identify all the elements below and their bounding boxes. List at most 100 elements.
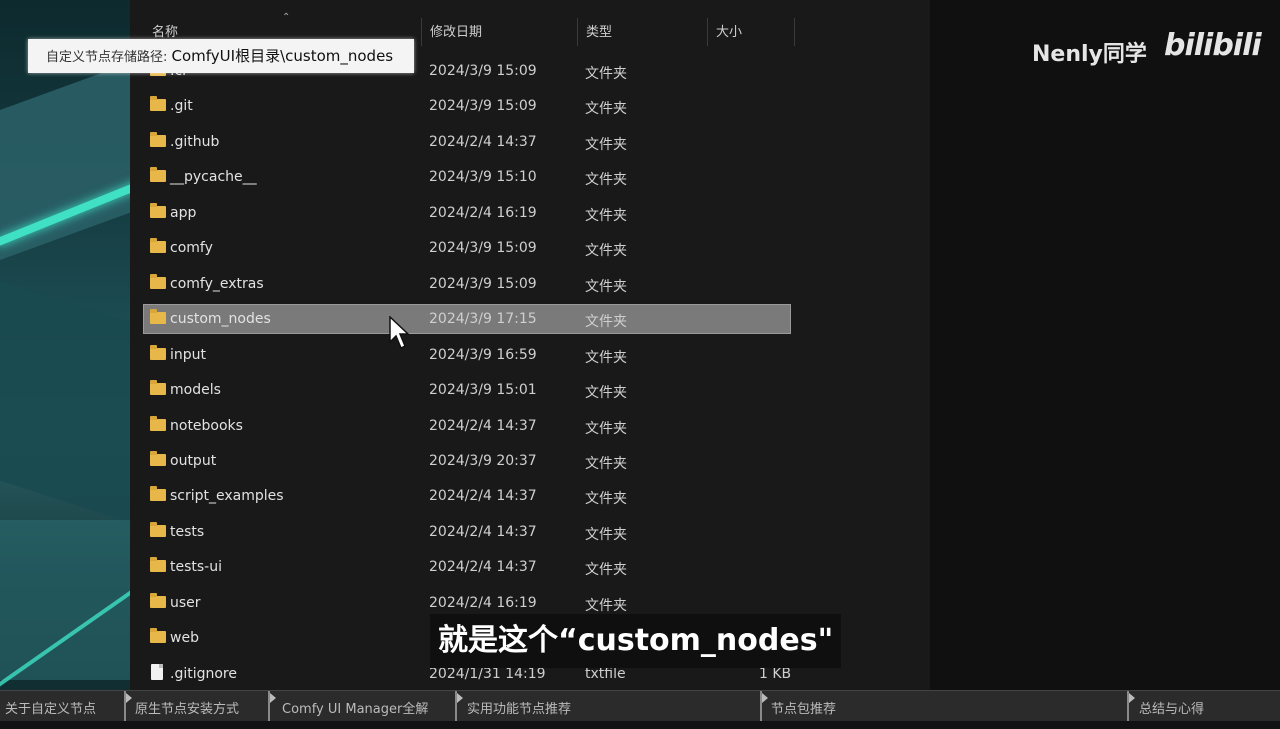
file-name: output bbox=[170, 453, 217, 469]
folder-icon bbox=[150, 451, 166, 466]
file-name: .git bbox=[170, 98, 193, 114]
folder-icon bbox=[150, 96, 166, 111]
mouse-pointer-icon bbox=[389, 316, 410, 350]
file-type: 文件夹 bbox=[585, 385, 627, 401]
column-date[interactable]: 修改日期 bbox=[422, 18, 578, 46]
file-name: app bbox=[170, 205, 197, 221]
file-type: 文件夹 bbox=[585, 243, 627, 259]
column-type[interactable]: 类型 bbox=[578, 18, 708, 46]
file-date: 2024/2/4 14:37 bbox=[429, 524, 537, 540]
file-name: models bbox=[170, 382, 221, 398]
file-icon bbox=[151, 664, 163, 680]
file-type: txtfile bbox=[585, 666, 626, 682]
chapter-marker bbox=[268, 691, 276, 721]
file-name: script_examples bbox=[170, 488, 284, 504]
folder-icon bbox=[150, 628, 166, 643]
chapter-marker bbox=[1127, 691, 1135, 721]
file-type: 文件夹 bbox=[585, 314, 627, 330]
file-date: 2024/3/9 16:59 bbox=[429, 347, 537, 363]
column-name-label: 名称 bbox=[152, 25, 179, 40]
file-type: 文件夹 bbox=[585, 527, 627, 543]
path-banner: 自定义节点存储路径: ComfyUI根目录\custom_nodes bbox=[28, 39, 414, 73]
folder-icon bbox=[150, 522, 166, 537]
file-name: tests-ui bbox=[170, 559, 222, 575]
file-row[interactable]: models 2024/3/9 15:01 文件夹 bbox=[144, 376, 790, 404]
folder-icon bbox=[150, 345, 166, 360]
file-type: 文件夹 bbox=[585, 350, 627, 366]
empty-pane bbox=[930, 0, 1280, 690]
file-date: 2024/2/4 14:37 bbox=[429, 559, 537, 575]
column-date-label: 修改日期 bbox=[430, 25, 483, 40]
folder-icon bbox=[150, 274, 166, 289]
chapter-marker bbox=[760, 691, 768, 721]
folder-icon bbox=[150, 486, 166, 501]
file-row[interactable]: __pycache__ 2024/3/9 15:10 文件夹 bbox=[144, 163, 790, 191]
file-name: notebooks bbox=[170, 418, 243, 434]
file-row[interactable]: notebooks 2024/2/4 14:37 文件夹 bbox=[144, 412, 790, 440]
column-size[interactable]: 大小 bbox=[708, 18, 795, 46]
sort-up-icon: ⌃ bbox=[282, 12, 291, 23]
file-date: 2024/3/9 20:37 bbox=[429, 453, 537, 469]
chapter-2[interactable]: 原生节点安装方式 bbox=[135, 691, 239, 721]
file-name: comfy_extras bbox=[170, 276, 264, 292]
file-date: 2024/3/9 17:15 bbox=[429, 311, 537, 327]
chapter-3[interactable]: Comfy UI Manager全解 bbox=[282, 691, 428, 721]
file-type: 文件夹 bbox=[585, 598, 627, 614]
author-name: Nenly同学 bbox=[1032, 42, 1147, 67]
file-type: 文件夹 bbox=[585, 137, 627, 153]
file-row-selected[interactable]: custom_nodes 2024/3/9 17:15 文件夹 bbox=[143, 304, 791, 334]
file-name: __pycache__ bbox=[170, 169, 257, 185]
file-row[interactable]: .git 2024/3/9 15:09 文件夹 bbox=[144, 92, 790, 120]
chapter-4[interactable]: 实用功能节点推荐 bbox=[467, 691, 571, 721]
file-size: 1 KB bbox=[759, 666, 792, 682]
file-type: 文件夹 bbox=[585, 421, 627, 437]
chapter-marker bbox=[124, 691, 132, 721]
file-name: .gitignore bbox=[170, 666, 237, 682]
chapter-6[interactable]: 总结与心得 bbox=[1139, 691, 1204, 721]
background-decoration bbox=[0, 0, 130, 720]
file-name: .github bbox=[170, 134, 220, 150]
file-row[interactable]: tests-ui 2024/2/4 14:37 文件夹 bbox=[144, 553, 790, 581]
folder-icon bbox=[150, 416, 166, 431]
file-type: 文件夹 bbox=[585, 279, 627, 295]
file-date: 2024/2/4 16:19 bbox=[429, 595, 537, 611]
file-type: 文件夹 bbox=[585, 101, 627, 117]
file-name: custom_nodes bbox=[170, 311, 271, 327]
subtitle-caption: 就是这个“custom_nodes" bbox=[430, 614, 842, 668]
file-row[interactable]: app 2024/2/4 16:19 文件夹 bbox=[144, 199, 790, 227]
file-date: 2024/2/4 14:37 bbox=[429, 134, 537, 150]
file-row[interactable]: tests 2024/2/4 14:37 文件夹 bbox=[144, 518, 790, 546]
folder-icon bbox=[150, 557, 166, 572]
path-value: ComfyUI根目录\custom_nodes bbox=[171, 47, 394, 65]
file-row[interactable]: comfy 2024/3/9 15:09 文件夹 bbox=[144, 234, 790, 262]
file-date: 2024/3/9 15:09 bbox=[429, 98, 537, 114]
file-name: user bbox=[170, 595, 201, 611]
file-type: 文件夹 bbox=[585, 66, 627, 82]
file-type: 文件夹 bbox=[585, 172, 627, 188]
file-row[interactable]: output 2024/3/9 20:37 文件夹 bbox=[144, 447, 790, 475]
file-row[interactable]: .github 2024/2/4 14:37 文件夹 bbox=[144, 128, 790, 156]
file-row[interactable]: comfy_extras 2024/3/9 15:09 文件夹 bbox=[144, 270, 790, 298]
path-label: 自定义节点存储路径: bbox=[46, 50, 172, 65]
file-type: 文件夹 bbox=[585, 456, 627, 472]
file-name: web bbox=[170, 630, 199, 646]
column-size-label: 大小 bbox=[716, 25, 743, 40]
file-date: 2024/3/9 15:10 bbox=[429, 169, 537, 185]
folder-icon bbox=[150, 203, 166, 218]
file-name: comfy bbox=[170, 240, 213, 256]
folder-icon bbox=[150, 167, 166, 182]
chapter-1[interactable]: 关于自定义节点 bbox=[5, 691, 96, 721]
folder-icon bbox=[150, 380, 166, 395]
file-name: input bbox=[170, 347, 207, 363]
chapter-5[interactable]: 节点包推荐 bbox=[771, 691, 836, 721]
chapter-marker bbox=[455, 691, 463, 721]
file-row[interactable]: script_examples 2024/2/4 14:37 文件夹 bbox=[144, 482, 790, 510]
file-row[interactable]: input 2024/3/9 16:59 文件夹 bbox=[144, 341, 790, 369]
file-row[interactable]: user 2024/2/4 16:19 文件夹 bbox=[144, 589, 790, 617]
file-date: 2024/2/4 14:37 bbox=[429, 418, 537, 434]
folder-icon bbox=[150, 593, 166, 608]
column-type-label: 类型 bbox=[586, 25, 613, 40]
file-date: 2024/3/9 15:09 bbox=[429, 276, 537, 292]
chapter-bar: 关于自定义节点 原生节点安装方式 Comfy UI Manager全解 实用功能… bbox=[0, 690, 1280, 721]
file-type: 文件夹 bbox=[585, 208, 627, 224]
